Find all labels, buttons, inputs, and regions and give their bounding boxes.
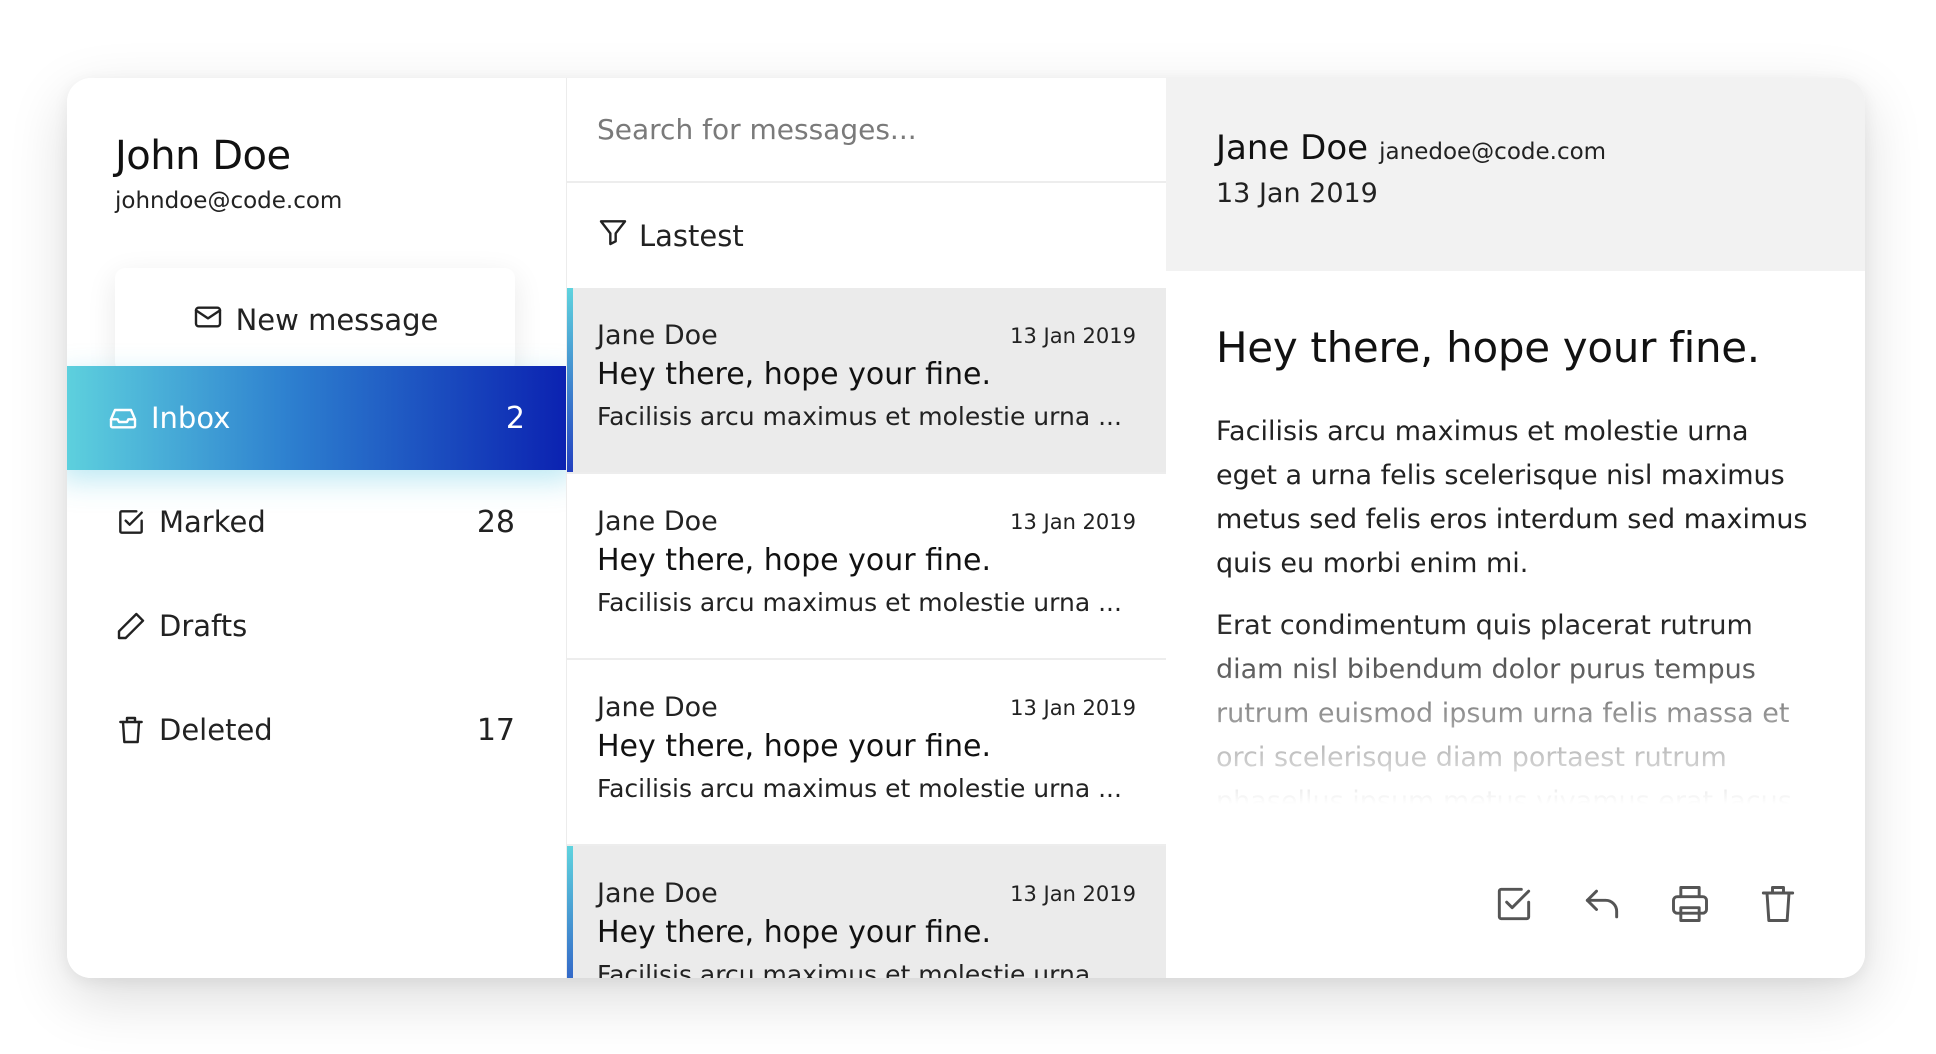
message-reader: Jane Doe janedoe@code.com 13 Jan 2019 He… <box>1166 78 1865 978</box>
sidebar-item-label: Marked <box>159 505 266 539</box>
sidebar-item-count: 17 <box>476 712 515 748</box>
trash-icon <box>1756 886 1800 930</box>
message-date: 13 Jan 2019 <box>1010 509 1136 534</box>
message-item[interactable]: Jane Doe 13 Jan 2019 Hey there, hope you… <box>567 474 1166 660</box>
message-subject: Hey there, hope your fine. <box>597 915 992 950</box>
message-subject: Hey there, hope your fine. <box>597 543 992 578</box>
sidebar-item-marked[interactable]: Marked 28 <box>115 470 515 574</box>
new-message-label: New message <box>235 303 439 337</box>
message-preview: Facilisis arcu maximus et molestie urna … <box>597 402 1122 431</box>
reader-paragraph: Facilisis arcu maximus et molestie urna … <box>1216 416 1808 579</box>
sidebar-item-deleted[interactable]: Deleted 17 <box>115 678 515 782</box>
filter-icon <box>597 216 629 255</box>
sidebar-item-count: 2 <box>505 400 525 436</box>
message-preview: Facilisis arcu maximus et molestie urna … <box>597 774 1122 803</box>
message-item[interactable]: Jane Doe 13 Jan 2019 Hey there, hope you… <box>567 288 1166 474</box>
user-name: John Doe <box>115 133 291 179</box>
message-date: 13 Jan 2019 <box>1010 881 1136 906</box>
message-subject: Hey there, hope your fine. <box>597 357 992 392</box>
sidebar-item-label: Drafts <box>159 609 248 643</box>
reply-button[interactable] <box>1580 882 1624 926</box>
reader-date: 13 Jan 2019 <box>1216 178 1378 209</box>
print-button[interactable] <box>1668 882 1712 926</box>
printer-icon <box>1668 886 1712 930</box>
message-date: 13 Jan 2019 <box>1010 695 1136 720</box>
reader-paragraph: Erat condimentum quis placerat rutrum di… <box>1216 610 1792 817</box>
message-preview: Facilisis arcu maximus et molestie urna … <box>597 588 1122 617</box>
sidebar-item-label: Deleted <box>159 713 273 747</box>
sidebar: John Doe johndoe@code.com New message In… <box>67 78 575 978</box>
message-item[interactable]: Jane Doe 13 Jan 2019 Hey there, hope you… <box>567 660 1166 846</box>
reader-header: Jane Doe janedoe@code.com 13 Jan 2019 <box>1166 78 1865 271</box>
reader-sender-name: Jane Doe <box>1216 128 1369 168</box>
filter-label: Lastest <box>639 218 744 253</box>
search-bar <box>567 78 1166 183</box>
reader-sender-email: janedoe@code.com <box>1379 139 1607 165</box>
reader-subject: Hey there, hope your fine. <box>1216 323 1760 372</box>
check-square-icon <box>115 505 149 539</box>
pencil-icon <box>115 609 149 643</box>
mark-button[interactable] <box>1492 882 1536 926</box>
check-square-icon <box>1492 887 1536 930</box>
message-sender: Jane Doe <box>597 878 718 909</box>
sidebar-item-label: Inbox <box>151 401 231 435</box>
message-sender: Jane Doe <box>597 320 718 351</box>
message-item[interactable]: Jane Doe 13 Jan 2019 Hey there, hope you… <box>567 846 1166 978</box>
search-input[interactable] <box>597 113 1166 146</box>
reader-actions <box>1492 882 1800 926</box>
delete-button[interactable] <box>1756 882 1800 926</box>
reply-icon <box>1580 889 1624 930</box>
new-message-button[interactable]: New message <box>115 268 515 372</box>
reader-text: Facilisis arcu maximus et molestie urna … <box>1216 410 1816 820</box>
message-date: 13 Jan 2019 <box>1010 323 1136 348</box>
message-preview: Facilisis arcu maximus et molestie urna … <box>597 960 1122 978</box>
trash-icon <box>115 713 149 747</box>
sidebar-item-count: 28 <box>476 504 515 540</box>
message-sender: Jane Doe <box>597 506 718 537</box>
envelope-icon <box>192 301 224 340</box>
message-list: Lastest Jane Doe 13 Jan 2019 Hey there, … <box>566 78 1166 978</box>
message-subject: Hey there, hope your fine. <box>597 729 992 764</box>
mail-app: John Doe johndoe@code.com New message In… <box>67 78 1865 978</box>
sidebar-item-inbox[interactable]: Inbox 2 <box>67 366 575 470</box>
reader-body: Hey there, hope your fine. Facilisis arc… <box>1216 323 1816 820</box>
sidebar-item-drafts[interactable]: Drafts <box>115 574 515 678</box>
filter-button[interactable]: Lastest <box>567 183 1166 288</box>
message-sender: Jane Doe <box>597 692 718 723</box>
user-email: johndoe@code.com <box>115 188 343 214</box>
inbox-icon <box>107 401 141 435</box>
